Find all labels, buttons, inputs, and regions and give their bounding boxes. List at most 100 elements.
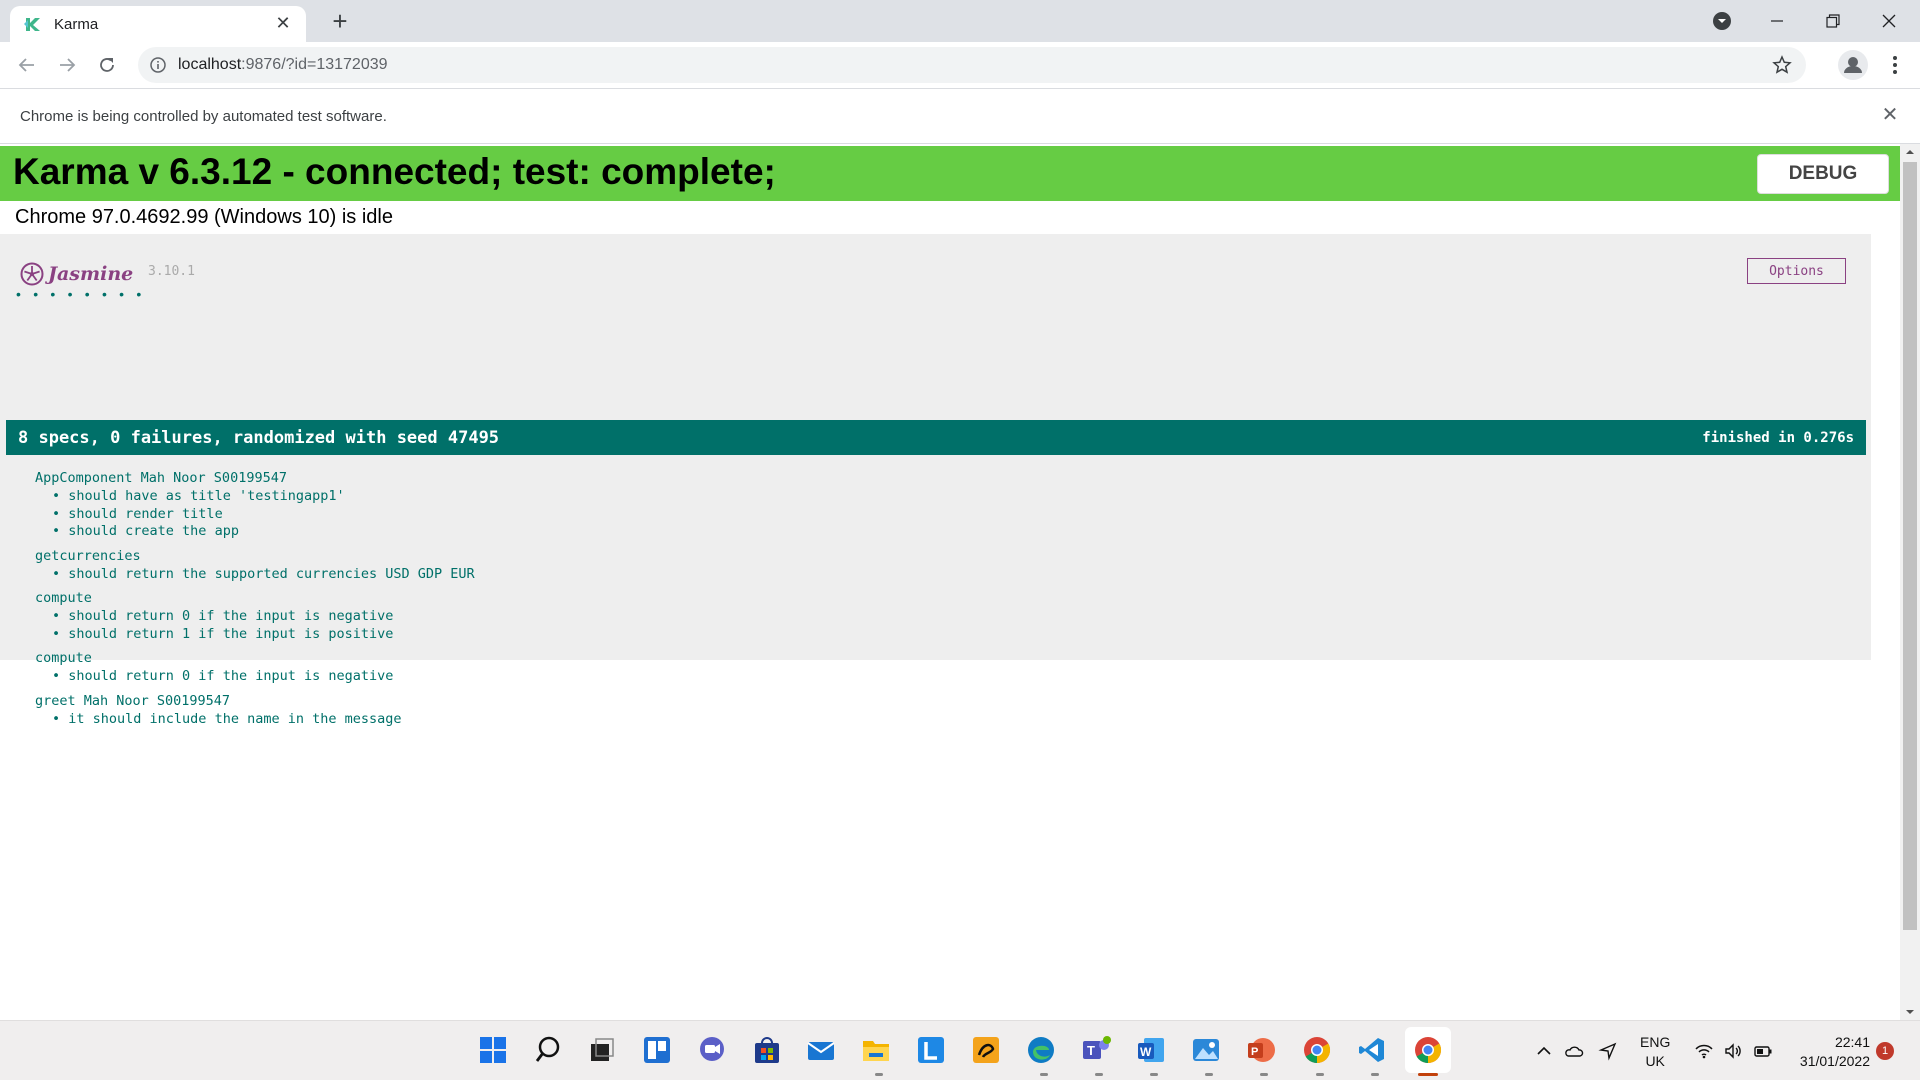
powerpoint-icon[interactable]: P [1246, 1035, 1276, 1065]
scrollbar-thumb[interactable] [1903, 162, 1917, 930]
jasmine-reporter: Jasmine 3.10.1 Options • • • • • • • • 8 specs,… [0, 234, 1871, 727]
spec-dots: • • • • • • • • [16, 287, 144, 301]
passed-spec-dot[interactable]: • [102, 287, 110, 301]
window-close-icon[interactable] [1866, 6, 1912, 36]
passed-spec-dot[interactable]: • [136, 287, 144, 301]
location-icon[interactable] [1598, 1041, 1618, 1061]
svg-text:T: T [1087, 1043, 1095, 1058]
browser-toolbar: localhost:9876/?id=13172039 [0, 42, 1920, 88]
forward-icon[interactable] [52, 50, 82, 80]
suite-title-link[interactable]: compute [35, 590, 475, 608]
svg-text:W: W [1140, 1045, 1152, 1059]
options-button[interactable]: Options [1747, 258, 1846, 284]
passed-spec-dot[interactable]: • [119, 287, 127, 301]
chrome-menu-icon[interactable] [1880, 50, 1910, 80]
suite-title-link[interactable]: AppComponent Mah Noor S00199547 [35, 470, 475, 488]
spec-result-link[interactable]: it should include the name in the messag… [35, 711, 475, 729]
karma-banner: Karma v 6.3.12 - connected; test: comple… [0, 146, 1900, 201]
spec-result-link[interactable]: should create the app [35, 523, 475, 541]
automation-infobar: Chrome is being controlled by automated … [0, 88, 1920, 144]
spec-result-link[interactable]: should return 0 if the input is negative [35, 608, 475, 626]
karma-page: Karma v 6.3.12 - connected; test: comple… [0, 144, 1900, 1020]
page-scrollbar[interactable] [1900, 144, 1920, 1020]
windows-taskbar: T W P ENG UK 22:41 31/01/2022 1 [0, 1020, 1920, 1080]
edge-icon[interactable] [1026, 1035, 1056, 1065]
teams-icon[interactable]: T [1081, 1035, 1111, 1065]
clock[interactable]: 22:41 31/01/2022 [1794, 1033, 1870, 1071]
scroll-down-icon[interactable] [1900, 1004, 1920, 1020]
spec-result-link[interactable]: should return the supported currencies U… [35, 566, 474, 584]
passed-spec-dot[interactable]: • [16, 287, 24, 301]
site-info-icon[interactable] [150, 57, 166, 73]
widgets-icon[interactable] [642, 1035, 672, 1065]
address-bar[interactable]: localhost:9876/?id=13172039 [138, 47, 1806, 83]
tab-karma[interactable]: Karma ✕ [10, 6, 306, 42]
task-view-icon[interactable] [587, 1035, 617, 1065]
suite-title-link[interactable]: greet Mah Noor S00199547 [35, 693, 475, 711]
vscode-icon[interactable] [1357, 1035, 1387, 1065]
tab-strip: Karma ✕ + [0, 0, 1920, 42]
chat-icon[interactable] [697, 1035, 727, 1065]
chrome-active-icon[interactable] [1413, 1035, 1443, 1065]
back-icon[interactable] [12, 50, 42, 80]
passed-spec-dot[interactable]: • [33, 287, 41, 301]
spec-result-link[interactable]: should return 0 if the input is negative [35, 668, 475, 686]
running-indicator [875, 1073, 883, 1076]
passed-spec-dot[interactable]: • [50, 287, 58, 301]
debug-button[interactable]: DEBUG [1757, 154, 1889, 194]
browser-status-line: Chrome 97.0.4692.99 (Windows 10) is idle [15, 206, 393, 228]
start-icon[interactable] [478, 1035, 508, 1065]
spec-result-link[interactable]: should return 1 if the input is positive [35, 626, 475, 644]
spec-suite: computeshould return 0 if the input is n… [35, 590, 475, 643]
spec-suite: computeshould return 0 if the input is n… [35, 650, 475, 686]
running-indicator [1205, 1073, 1213, 1076]
search-icon[interactable] [533, 1035, 563, 1065]
running-indicator [1260, 1073, 1268, 1076]
profile-avatar-icon[interactable] [1838, 50, 1868, 80]
svg-text:P: P [1251, 1046, 1258, 1058]
tab-close-icon[interactable]: ✕ [272, 12, 294, 34]
mail-icon[interactable] [806, 1035, 836, 1065]
running-indicator [1040, 1073, 1048, 1076]
file-explorer-icon[interactable] [861, 1035, 891, 1065]
suite-title-link[interactable]: getcurrencies [35, 548, 475, 566]
restore-icon[interactable] [1810, 6, 1856, 36]
running-indicator [1371, 1073, 1379, 1076]
notification-badge[interactable]: 1 [1876, 1042, 1894, 1060]
spec-result-link[interactable]: should have as title 'testingapp1' [35, 488, 475, 506]
passed-spec-dot[interactable]: • [68, 287, 76, 301]
bookmark-star-icon[interactable] [1772, 55, 1792, 75]
tab-search-icon[interactable] [1699, 6, 1745, 36]
running-indicator [1150, 1073, 1158, 1076]
show-hidden-icons-icon[interactable] [1534, 1041, 1554, 1061]
scroll-up-icon[interactable] [1900, 144, 1920, 160]
infobar-close-icon[interactable]: ✕ [1878, 103, 1902, 127]
spec-result-link[interactable]: should render title [35, 506, 475, 524]
input-language[interactable]: ENG UK [1640, 1033, 1670, 1071]
battery-icon[interactable] [1753, 1041, 1773, 1061]
jasmine-logo-text: Jasmine [48, 263, 134, 285]
suite-title-link[interactable]: compute [35, 650, 475, 668]
spec-results: AppComponent Mah Noor S00199547should ha… [35, 470, 475, 735]
passed-spec-dot[interactable]: • [85, 287, 93, 301]
tab-title: Karma [54, 16, 99, 33]
minimize-icon[interactable] [1754, 6, 1800, 36]
new-tab-icon[interactable]: + [326, 8, 354, 36]
chrome-icon[interactable] [1302, 1035, 1332, 1065]
word-icon[interactable]: W [1136, 1035, 1166, 1065]
store-icon[interactable] [752, 1035, 782, 1065]
onedrive-icon[interactable] [1564, 1041, 1584, 1061]
paint-app-icon[interactable] [971, 1035, 1001, 1065]
jasmine-version: 3.10.1 [148, 264, 195, 279]
summary-text: 8 specs, 0 failures, randomized with see… [18, 428, 500, 448]
spec-suite: AppComponent Mah Noor S00199547should ha… [35, 470, 475, 541]
reload-icon[interactable] [92, 50, 122, 80]
photos-icon[interactable] [1191, 1035, 1221, 1065]
infobar-text: Chrome is being controlled by automated … [20, 108, 387, 125]
volume-icon[interactable] [1723, 1041, 1743, 1061]
url-text[interactable]: localhost:9876/?id=13172039 [178, 56, 388, 74]
karma-banner-title: Karma v 6.3.12 - connected; test: comple… [13, 151, 776, 192]
l-app-icon[interactable] [916, 1035, 946, 1065]
wifi-icon[interactable] [1694, 1041, 1714, 1061]
summary-bar: 8 specs, 0 failures, randomized with see… [6, 420, 1866, 455]
